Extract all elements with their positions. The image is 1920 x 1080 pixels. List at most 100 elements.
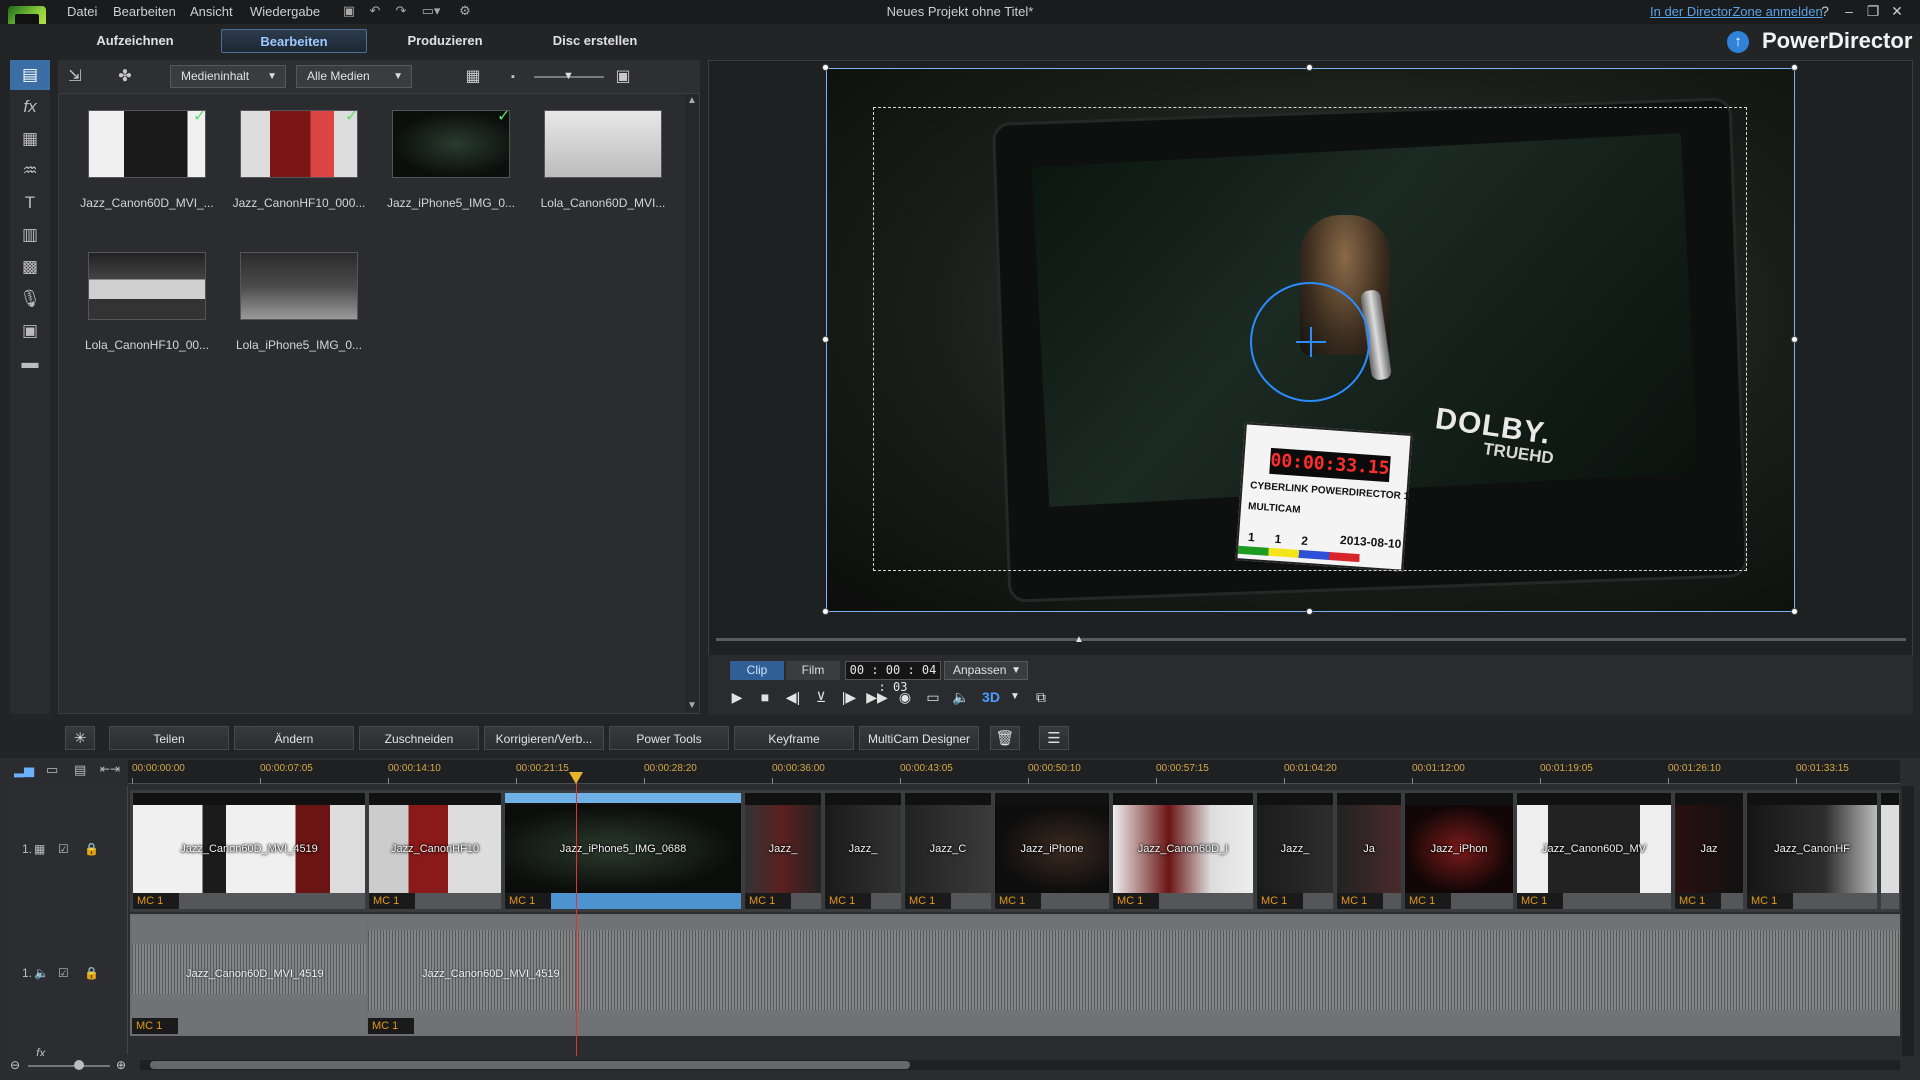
stop-icon[interactable]: ■ [754,686,776,708]
audio-mixing-room-icon[interactable]: ▩ [10,252,50,282]
scroll-up-icon[interactable]: ▲ [687,95,697,106]
save-icon[interactable]: ▣ [340,3,358,19]
resize-handle[interactable] [822,64,829,71]
preview-scrub-bar[interactable] [716,638,1906,641]
timeline-video-clip[interactable]: Jazz_CanonHF10 MC 1 [368,792,502,910]
undock-preview-icon[interactable]: ⧉ [1030,686,1052,708]
3d-mode-button[interactable]: 3D [980,686,1002,708]
resize-handle[interactable] [1306,64,1313,71]
timecode-field[interactable]: 00 : 00 : 04 : 03 [845,661,941,694]
power-tools-button[interactable]: Power Tools [609,726,729,750]
menu-wiedergabe[interactable]: Wiedergabe [250,4,320,19]
modify-button[interactable]: Ändern [234,726,354,750]
delete-trash-icon[interactable]: 🗑 [990,726,1020,750]
trim-button[interactable]: Zuschneiden [359,726,479,750]
chapter-room-icon[interactable]: ▣ [10,316,50,346]
previous-frame-icon[interactable]: ◀| [782,686,804,708]
menu-ansicht[interactable]: Ansicht [190,4,233,19]
timeline-view-icon[interactable]: ▂▅ [14,762,34,778]
small-thumbnail-icon[interactable]: ▪ [500,65,526,89]
tab-create-disc[interactable]: Disc erstellen [540,29,650,53]
resize-handle[interactable] [822,608,829,615]
timeline-video-clip[interactable]: Jazz_ MC 1 [744,792,822,910]
timeline-scroll-thumb[interactable] [150,1061,910,1069]
timeline-video-clip[interactable]: Jazz_iPhone MC 1 [994,792,1110,910]
zoom-in-icon[interactable]: ⊕ [116,1058,126,1072]
media-room-icon[interactable]: ▤ [10,60,50,90]
restore-button[interactable]: ❐ [1862,3,1884,21]
zoom-fit-dropdown[interactable]: Anpassen ▼ [944,661,1028,680]
resize-handle[interactable] [1791,336,1798,343]
help-button[interactable]: ? [1814,3,1836,21]
pip-room-icon[interactable]: ▦ [10,124,50,154]
transition-room-icon[interactable]: ▥ [10,220,50,250]
track-enable-checkbox[interactable]: ☑ [58,966,69,980]
display-monitor-icon[interactable]: ▭ [922,686,944,708]
timeline-video-clip[interactable]: Jazz_C MC 1 [904,792,992,910]
next-frame-icon[interactable]: |▶ [838,686,860,708]
resize-handle[interactable] [822,336,829,343]
split-icon[interactable]: ⊻ [810,686,832,708]
resize-handle[interactable] [1791,608,1798,615]
timeline-video-clip[interactable]: Jazz_Canon60D_MVI_4519 MC 1 [132,792,366,910]
media-thumbnail[interactable] [88,110,206,178]
media-thumbnail[interactable] [392,110,510,178]
thumbnail-size-knob[interactable]: ▼ [563,70,574,82]
clip-menu-icon[interactable]: ☰ [1039,726,1069,750]
chevron-down-icon[interactable]: ▼ [1004,686,1026,708]
lock-icon[interactable]: 🔒 [84,966,99,980]
timeline-video-clip-selected[interactable]: Jazz_iPhone5_IMG_0688 MC 1 [504,792,742,910]
zoom-out-icon[interactable]: ⊖ [10,1058,20,1072]
resize-handle[interactable] [1791,64,1798,71]
timeline-video-clip[interactable]: Jazz_Canon60D_I MC 1 [1112,792,1254,910]
tab-edit[interactable]: Bearbeiten [221,29,367,53]
play-icon[interactable]: ▶ [726,686,748,708]
upgrade-arrow-icon[interactable]: ↑ [1727,31,1749,53]
volume-icon[interactable]: 🔈 [950,686,972,708]
timeline-audio-clip[interactable]: Jazz_Canon60D_MVI_4519 MC 1 [368,916,1900,1034]
split-button[interactable]: Teilen [109,726,229,750]
redo-icon[interactable]: ↷ [392,3,410,19]
tab-produce[interactable]: Produzieren [395,29,495,53]
menu-bearbeiten[interactable]: Bearbeiten [113,4,176,19]
media-type-dropdown[interactable]: Alle Medien ▼ [296,65,412,88]
keyframe-button[interactable]: Keyframe [734,726,854,750]
fit-timeline-icon[interactable]: ⇤⇥ [100,762,120,776]
library-scrollbar[interactable] [685,94,699,713]
timeline-vertical-scrollbar[interactable] [1902,786,1914,1056]
fast-forward-icon[interactable]: ▶▶ [866,686,888,708]
lock-icon[interactable]: 🔒 [84,842,99,856]
track-manager-icon[interactable]: ▤ [74,762,86,778]
resize-handle[interactable] [1306,608,1313,615]
particle-room-icon[interactable]: ♒ [10,156,50,186]
film-mode-tab[interactable]: Film [786,661,840,680]
settings-gear-icon[interactable]: ⚙ [456,3,474,19]
title-room-icon[interactable]: T [10,188,50,218]
scrub-position-icon[interactable]: ▲ [1074,634,1086,645]
timeline-video-clip[interactable]: Jazz_ MC 1 [1256,792,1334,910]
media-thumbnail[interactable] [240,110,358,178]
tab-capture[interactable]: Aufzeichnen [80,29,190,53]
timeline-audio-clip[interactable]: Jazz_Canon60D_MVI_4519 MC 1 [132,916,366,1034]
close-button[interactable]: ✕ [1886,3,1908,21]
timeline-video-clip[interactable]: Jaz MC 1 [1674,792,1744,910]
media-content-dropdown[interactable]: Medieninhalt ▼ [170,65,286,88]
plugins-icon[interactable]: ✤ [112,65,138,89]
effects-room-icon[interactable]: fx [10,92,50,122]
grid-view-icon[interactable]: ▦ [460,65,486,89]
timeline-video-clip[interactable]: Jazz_Canon60D_MV MC 1 [1516,792,1672,910]
media-thumbnail[interactable] [544,110,662,178]
undo-icon[interactable]: ↶ [366,3,384,19]
timeline-video-clip[interactable] [1880,792,1900,910]
zoom-slider-knob[interactable] [74,1060,84,1070]
track-enable-checkbox[interactable]: ☑ [58,842,69,856]
voiceover-room-icon[interactable]: 🎙 [10,284,50,314]
timeline-video-clip[interactable]: Jazz_iPhon MC 1 [1404,792,1514,910]
import-media-icon[interactable]: ⇲ [62,65,88,89]
aspect-ratio-icon[interactable]: ▭▾ [418,3,444,19]
storyboard-view-icon[interactable]: ▭ [46,762,58,778]
fix-enhance-button[interactable]: Korrigieren/Verb... [484,726,604,750]
magic-tools-icon[interactable]: ✳ [65,726,95,750]
menu-datei[interactable]: Datei [67,4,97,19]
subtitle-room-icon[interactable]: ▬ [10,348,50,378]
